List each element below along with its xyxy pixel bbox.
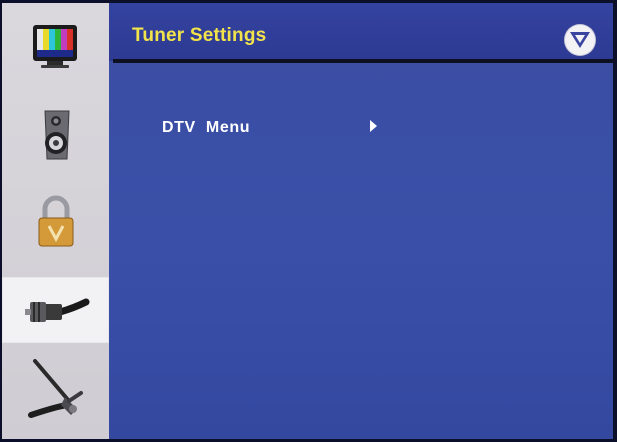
vizio-v-logo-icon[interactable]	[565, 25, 595, 55]
page-title: Tuner Settings	[132, 25, 267, 46]
padlock-icon	[30, 193, 82, 251]
arrow-right-icon	[370, 120, 377, 132]
main-panel: Tuner Settings DTV Menu	[109, 3, 613, 439]
menu-item-dtv-menu[interactable]: DTV Menu	[162, 115, 392, 141]
sidebar	[2, 3, 109, 439]
sidebar-item-audio[interactable]	[2, 101, 109, 167]
menu-item-label: DTV Menu	[162, 119, 251, 136]
header-divider	[113, 59, 613, 63]
speaker-icon	[31, 105, 81, 163]
sidebar-item-setup[interactable]	[2, 355, 109, 421]
header-bar: Tuner Settings	[109, 3, 613, 61]
tools-icon	[25, 353, 87, 423]
coax-cable-icon	[22, 290, 90, 330]
sidebar-item-tuner[interactable]	[2, 277, 109, 343]
sidebar-item-picture[interactable]	[2, 13, 109, 79]
sidebar-item-parental-lock[interactable]	[2, 189, 109, 255]
tv-color-bars-icon	[27, 20, 85, 72]
tv-osd-screen: Tuner Settings DTV Menu	[2, 3, 613, 439]
